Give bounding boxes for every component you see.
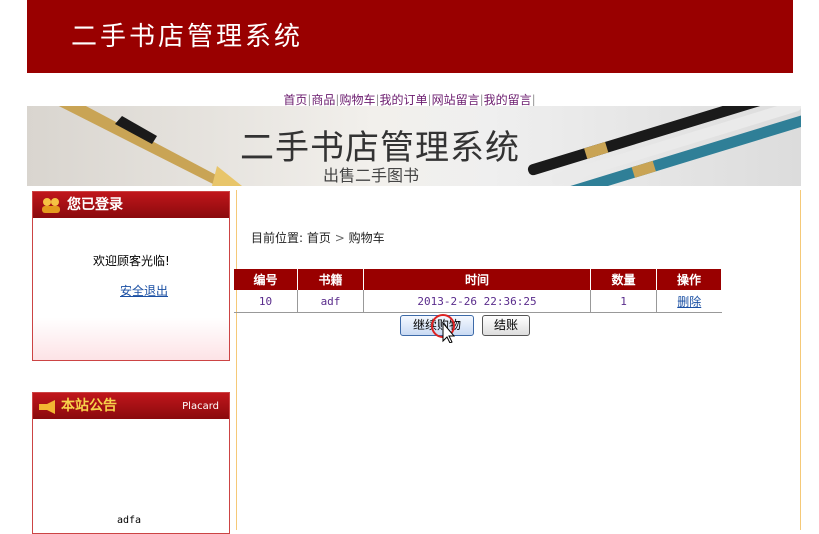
logout-link[interactable]: 安全退出 [120, 282, 168, 299]
table-header-row: 编号 书籍 时间 数量 操作 [234, 269, 722, 290]
cell-book: adf [297, 290, 364, 313]
col-book: 书籍 [297, 269, 364, 290]
banner-subtitle: 出售二手图书 [323, 166, 420, 185]
nav-my-orders[interactable]: 我的订单 [380, 93, 428, 107]
site-title: 二手书店管理系统 [71, 22, 304, 52]
login-panel: 您已登录 欢迎顾客光临! 安全退出 [32, 191, 230, 361]
breadcrumb-separator: > [334, 231, 345, 245]
checkout-button[interactable]: 结账 [482, 315, 530, 336]
cell-time: 2013-2-26 22:36:25 [363, 290, 591, 313]
login-panel-header: 您已登录 [33, 192, 229, 218]
col-id: 编号 [234, 269, 298, 290]
notice-panel: 本站公告 Placard adfa [32, 392, 230, 534]
nav-cart[interactable]: 购物车 [339, 93, 375, 107]
welcome-text: 欢迎顾客光临! [93, 254, 170, 268]
breadcrumb-home[interactable]: 首页 [307, 231, 331, 245]
cell-qty: 1 [590, 290, 657, 313]
breadcrumb: 目前位置: 首页 > 购物车 [251, 231, 385, 245]
col-qty: 数量 [590, 269, 657, 290]
nav-home[interactable]: 首页 [283, 93, 307, 107]
site-header: 二手书店管理系统 [27, 0, 793, 73]
table-row: 10 adf 2013-2-26 22:36:25 1 删除 [234, 290, 722, 313]
nav-products[interactable]: 商品 [311, 93, 335, 107]
notice-panel-header: 本站公告 Placard [33, 393, 229, 419]
delete-link[interactable]: 删除 [677, 295, 701, 309]
breadcrumb-current: 购物车 [348, 231, 385, 245]
cart-table: 编号 书籍 时间 数量 操作 10 adf 2013-2-26 22:36:25… [234, 269, 722, 313]
notice-content: adfa [117, 515, 142, 526]
nav-site-messages[interactable]: 网站留言 [432, 93, 480, 107]
mouse-cursor-icon [431, 314, 456, 343]
col-time: 时间 [363, 269, 591, 290]
cell-id: 10 [234, 290, 298, 313]
col-action: 操作 [656, 269, 722, 290]
banner: 二手书店管理系统 出售二手图书 [27, 106, 801, 186]
placard-tag: Placard [182, 401, 219, 412]
nav-my-messages[interactable]: 我的留言 [484, 93, 532, 107]
